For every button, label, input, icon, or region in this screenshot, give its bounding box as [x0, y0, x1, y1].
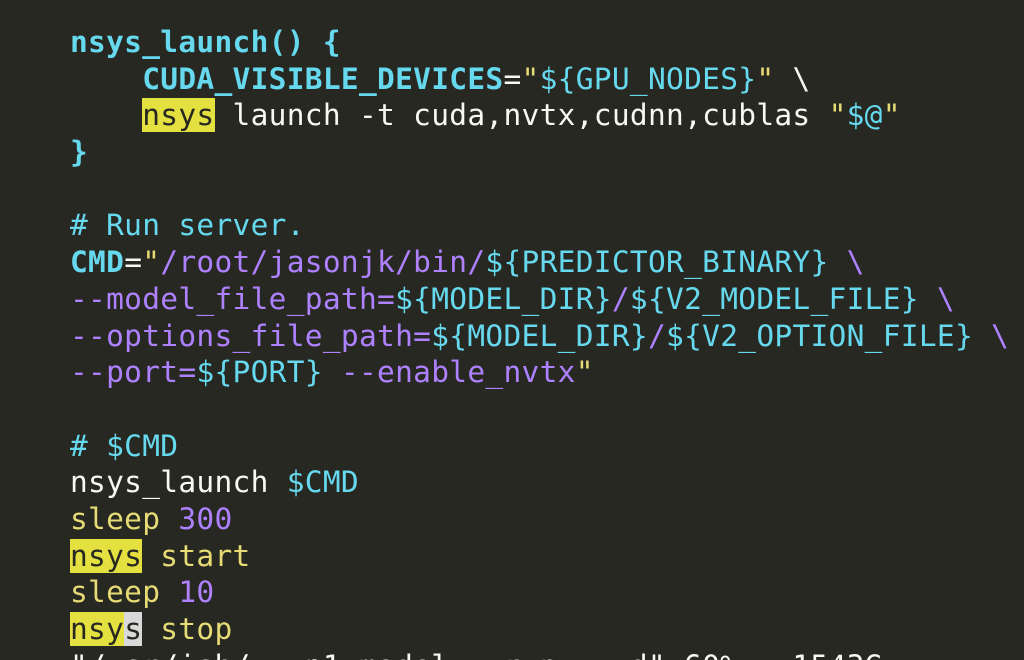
code-line[interactable]: nsys stop — [70, 611, 1009, 648]
code-line[interactable]: --options_file_path=${MODEL_DIR}/${V2_OP… — [70, 318, 1009, 355]
code-token: launch -t cuda,nvtx,cudnn,cublas — [214, 98, 829, 133]
code-token: ${PORT} — [196, 355, 323, 390]
code-token: --model_file_path= — [70, 281, 396, 316]
code-line[interactable]: --port=${PORT} --enable_nvtx" — [70, 354, 1009, 391]
code-line[interactable]: "/usr/ish/...p1.model...run....d" 60% ..… — [70, 648, 1009, 660]
code-token: \ — [828, 245, 865, 280]
code-line[interactable]: sleep 10 — [70, 574, 1009, 611]
code-token: --enable_nvtx — [322, 355, 576, 390]
search-highlight: s — [124, 612, 143, 646]
code-token: 300 — [178, 501, 233, 536]
code-token: sleep — [70, 575, 179, 610]
code-token: / — [611, 281, 630, 316]
code-token: sleep — [70, 501, 179, 536]
code-token: # Run server. — [70, 208, 305, 243]
code-token: --port= — [70, 355, 197, 390]
code-token: # $CMD — [70, 428, 179, 463]
code-line[interactable]: --model_file_path=${MODEL_DIR}/${V2_MODE… — [70, 281, 1009, 318]
code-line[interactable]: CUDA_VISIBLE_DEVICES="${GPU_NODES}" \ — [70, 61, 1009, 98]
code-token: " — [828, 98, 847, 133]
code-token: " — [575, 355, 594, 390]
code-token: start — [142, 538, 251, 573]
code-token: \ — [774, 61, 811, 96]
code-token: stop — [142, 612, 233, 646]
code-token: " — [756, 61, 775, 96]
code-line[interactable]: sleep 300 — [70, 501, 1009, 538]
code-token: " — [882, 98, 901, 133]
code-token: nsys_launch() { — [70, 25, 341, 59]
code-token: ${GPU_NODES} — [539, 61, 757, 96]
code-token: /root/jasonjk/bin/ — [160, 245, 486, 280]
code-token: $CMD — [286, 465, 359, 500]
code-token: ${MODEL_DIR} — [395, 281, 612, 316]
code-token: / — [647, 318, 667, 353]
code-line[interactable]: nsys launch -t cuda,nvtx,cudnn,cublas "$… — [70, 97, 1009, 134]
blank-line[interactable] — [70, 171, 1009, 208]
code-line[interactable]: nsys_launch() { — [70, 24, 1009, 61]
code-line[interactable]: CMD="/root/jasonjk/bin/${PREDICTOR_BINAR… — [70, 244, 1009, 281]
code-token: nsys_launch — [70, 465, 287, 500]
code-line[interactable]: nsys_launch $CMD — [70, 464, 1009, 501]
code-area[interactable]: nsys_launch() { CUDA_VISIBLE_DEVICES="${… — [70, 24, 1009, 660]
code-token: ${V2_MODEL_FILE} — [629, 281, 919, 316]
blank-line[interactable] — [70, 391, 1009, 428]
search-highlight: nsys — [142, 98, 215, 133]
code-token: = — [503, 61, 522, 96]
code-token: 10 — [178, 575, 215, 610]
code-token: " — [142, 245, 161, 280]
code-token: \ — [973, 318, 1010, 353]
code-token: "/usr/ish/...p1.model...run....d" 60% ..… — [70, 649, 883, 660]
code-token: \ — [918, 281, 955, 316]
search-highlight: nsy — [70, 612, 125, 646]
code-token: --options_file_path= — [70, 318, 432, 353]
code-token: ${MODEL_DIR} — [431, 318, 648, 353]
code-token: = — [124, 245, 143, 280]
code-line[interactable]: # Run server. — [70, 207, 1009, 244]
code-line[interactable]: # $CMD — [70, 428, 1009, 465]
search-highlight: nsys — [70, 538, 143, 573]
code-token: CMD — [70, 245, 125, 280]
code-line[interactable]: nsys start — [70, 538, 1009, 575]
code-token: " — [521, 61, 540, 96]
code-token: CUDA_VISIBLE_DEVICES — [142, 61, 504, 96]
code-token: $@ — [846, 98, 883, 133]
code-token: ${V2_OPTION_FILE} — [666, 318, 974, 353]
code-token: ${PREDICTOR_BINARY} — [485, 245, 829, 280]
code-editor[interactable]: nsys_launch() { CUDA_VISIBLE_DEVICES="${… — [0, 0, 1024, 660]
code-line[interactable]: } — [70, 134, 1009, 171]
code-token: } — [70, 135, 89, 170]
